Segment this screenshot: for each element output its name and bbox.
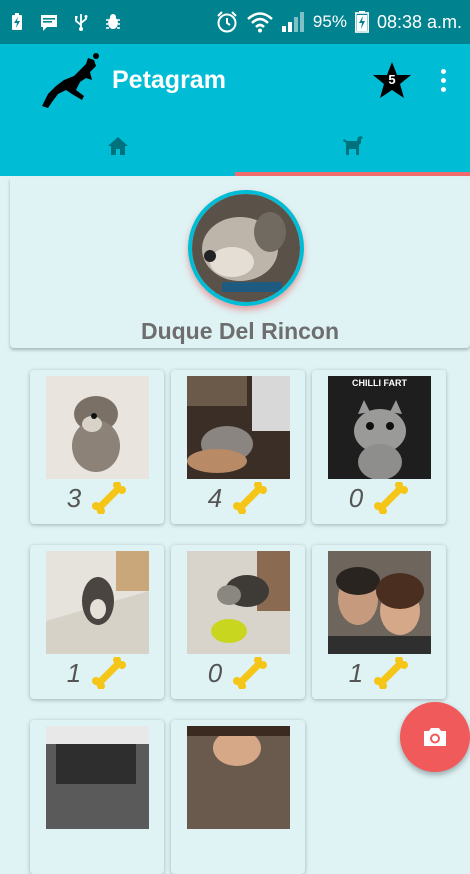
- post-photo: [46, 726, 149, 829]
- alarm-icon: [217, 11, 237, 33]
- bone-icon: [92, 482, 127, 514]
- tab-indicator: [235, 172, 470, 176]
- bug-icon: [106, 14, 120, 29]
- bone-icon: [374, 657, 409, 689]
- app-bar: Petagram 5: [0, 44, 470, 116]
- bone-icon: [92, 657, 127, 689]
- post-photo: [187, 551, 290, 654]
- post-card[interactable]: 1: [312, 545, 446, 699]
- post-photo: [187, 726, 290, 829]
- camera-button[interactable]: [400, 702, 470, 772]
- post-photo: [46, 551, 149, 654]
- tab-bar: [0, 116, 470, 176]
- profile-header: Duque Del Rincon: [10, 178, 470, 348]
- clock: 08:38 a.m.: [376, 11, 462, 32]
- profile-name: Duque Del Rincon: [140, 318, 340, 344]
- more-vert-icon[interactable]: [430, 63, 456, 97]
- bone-icon: [233, 482, 268, 514]
- tab-home[interactable]: [0, 116, 235, 176]
- post-photo: [328, 551, 431, 654]
- post-card[interactable]: [30, 720, 164, 874]
- tab-profile[interactable]: [235, 116, 470, 176]
- post-card[interactable]: 4: [171, 370, 305, 524]
- post-photo: CHILLI FART: [328, 376, 431, 479]
- status-bar: 95% 08:38 a.m.: [0, 0, 470, 44]
- battery-icon: [354, 11, 369, 33]
- like-count: 0: [348, 482, 364, 513]
- post-card[interactable]: [171, 720, 305, 874]
- battery-percent: 95%: [312, 12, 347, 31]
- favorites-button[interactable]: 5: [372, 60, 412, 100]
- post-card[interactable]: 1: [30, 545, 164, 699]
- post-card[interactable]: CHILLI FART 0: [312, 370, 446, 524]
- camera-icon: [424, 728, 446, 746]
- photo-caption: CHILLI FART: [352, 378, 407, 388]
- post-photo: [46, 376, 149, 479]
- post-photo: [187, 376, 290, 479]
- like-count: 4: [207, 482, 223, 513]
- usb-icon: [75, 14, 88, 31]
- avatar[interactable]: [188, 190, 304, 306]
- bone-icon: [233, 657, 268, 689]
- like-count: 1: [66, 657, 82, 688]
- bone-icon: [374, 482, 409, 514]
- favorites-count: 5: [388, 72, 396, 87]
- dog-icon: [342, 136, 363, 155]
- like-count: 0: [207, 657, 223, 688]
- app-title: Petagram: [112, 65, 226, 94]
- post-card[interactable]: 0: [171, 545, 305, 699]
- like-count: 1: [348, 657, 364, 688]
- wifi-icon: [247, 12, 273, 33]
- dog-photo: [192, 194, 300, 302]
- home-icon: [107, 137, 128, 155]
- message-icon: [41, 15, 57, 31]
- dog-logo-icon: [42, 53, 99, 108]
- signal-icon: [281, 12, 304, 32]
- like-count: 3: [66, 482, 82, 513]
- battery-charging-icon: [12, 13, 22, 30]
- post-card[interactable]: 3: [30, 370, 164, 524]
